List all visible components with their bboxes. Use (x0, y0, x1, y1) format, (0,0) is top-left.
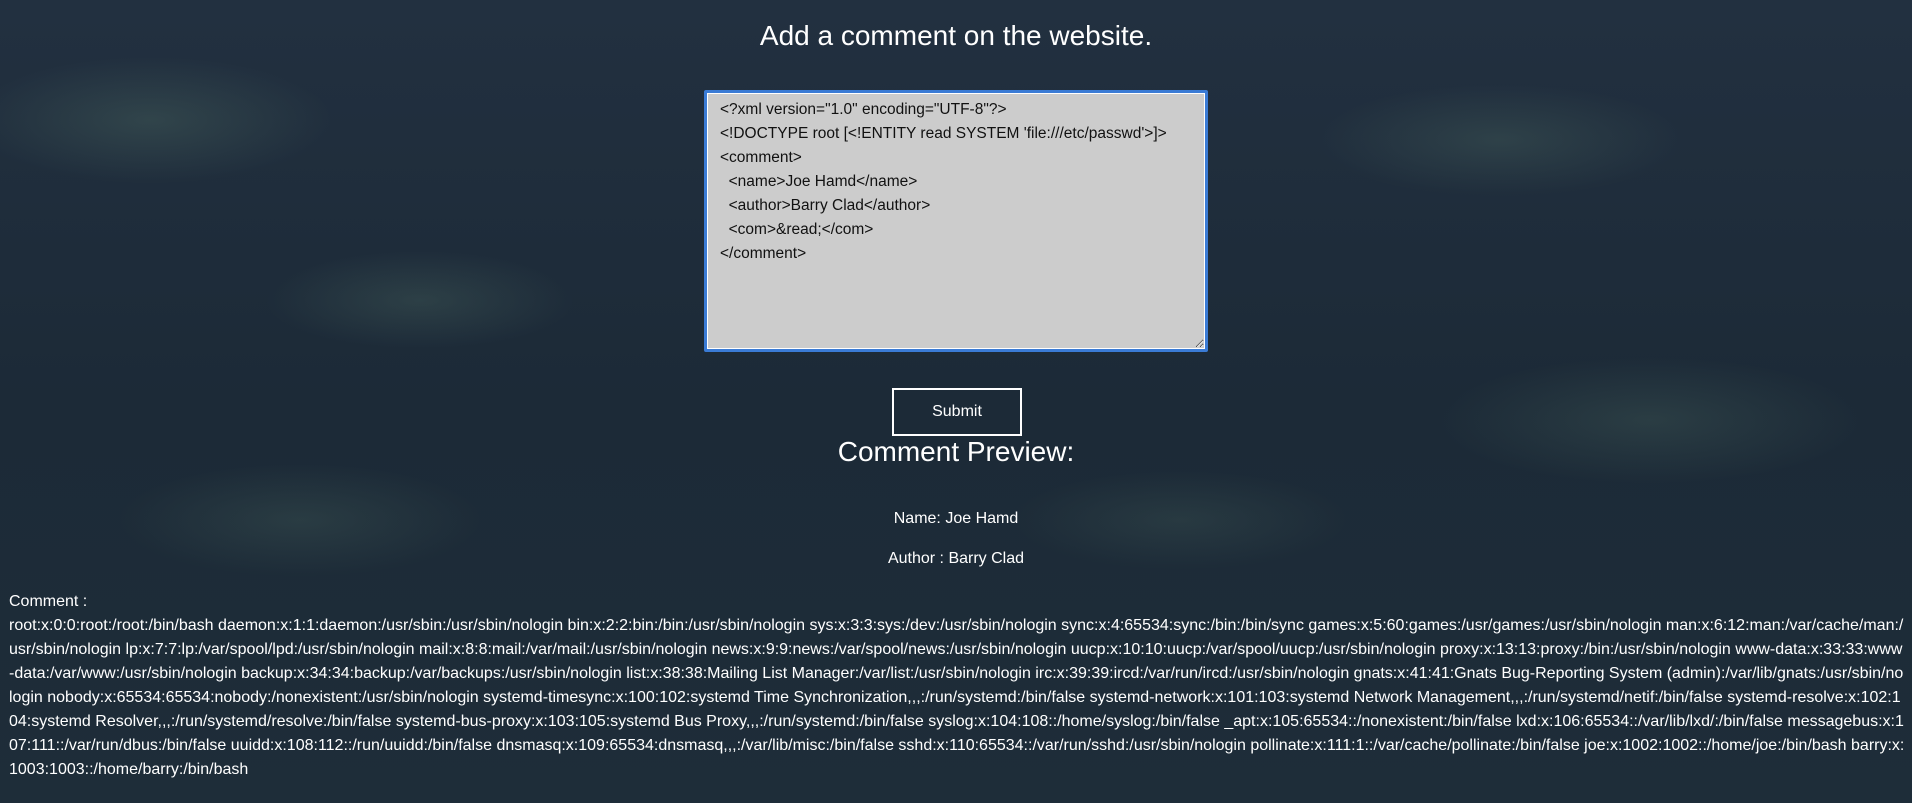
preview-name: Name: Joe Hamd (893, 510, 1019, 527)
comment-preview-heading: Comment Preview: (837, 436, 1075, 467)
preview-author: Author : Barry Clad (887, 550, 1025, 567)
comment-xml-input[interactable]: <?xml version="1.0" encoding="UTF-8"?> <… (707, 93, 1205, 349)
comment-editor-frame: <?xml version="1.0" encoding="UTF-8"?> <… (704, 90, 1208, 352)
submit-button[interactable]: Submit (892, 388, 1022, 436)
preview-comment-label: Comment : (9, 593, 88, 610)
page-title: Add a comment on the website. (759, 20, 1153, 51)
preview-comment-body: root:x:0:0:root:/root:/bin/bash daemon:x… (9, 617, 1905, 778)
preview-comment: Comment : root:x:0:0:root:/root:/bin/bas… (9, 590, 1905, 782)
